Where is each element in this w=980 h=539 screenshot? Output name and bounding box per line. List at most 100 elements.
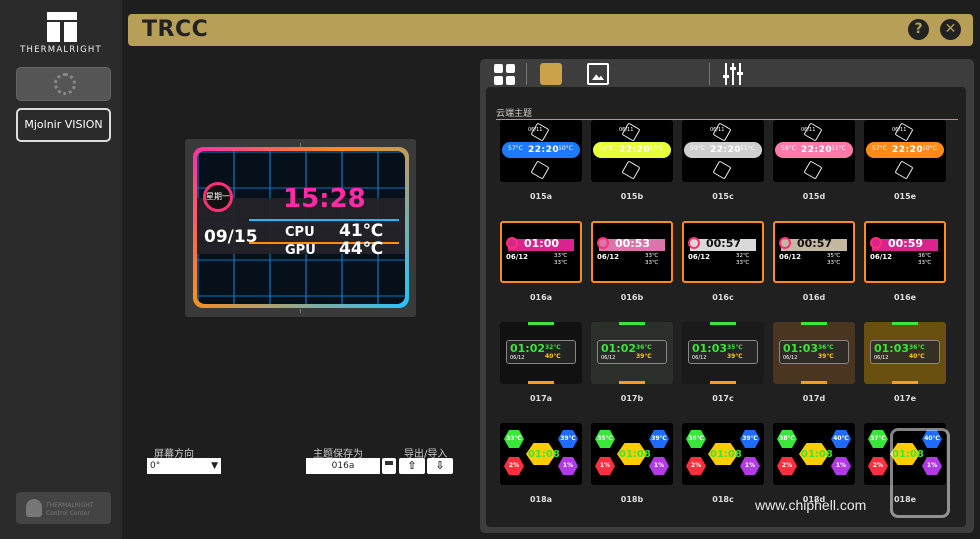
theme-tile-017d[interactable]: 01:03 06/12 36℃ 39℃ bbox=[773, 322, 855, 384]
footer-brand: THERMALRIGHT bbox=[46, 502, 94, 509]
theme-tile-017c[interactable]: 01:03 06/12 35℃ 39℃ bbox=[682, 322, 764, 384]
help-button[interactable]: ? bbox=[908, 19, 929, 40]
tile-cpu-load: 2% bbox=[508, 462, 520, 469]
tile-time: 01:03 bbox=[874, 342, 910, 355]
theme-tile-017a[interactable]: 01:02 06/12 32℃ 40℃ bbox=[500, 322, 582, 384]
device-scan-button[interactable] bbox=[16, 67, 111, 101]
theme-name-input[interactable]: 016a bbox=[306, 458, 380, 474]
device-button-mjolnir-vision[interactable]: Mjolnir VISION bbox=[16, 108, 111, 142]
loading-icon bbox=[54, 73, 76, 95]
theme-label: 017d bbox=[802, 394, 826, 403]
theme-label: 017e bbox=[893, 394, 917, 403]
tile-gpu: 39℃ bbox=[818, 353, 834, 360]
tile-date: 06/12 bbox=[688, 253, 711, 261]
theme-tile-016a[interactable]: 01:00 06/12 33℃ 33℃ bbox=[500, 221, 582, 283]
tile-gpu: 50°C bbox=[922, 145, 937, 152]
tile-date: 06/11 bbox=[801, 127, 816, 133]
tile-cpu: 32℃ bbox=[736, 253, 750, 259]
tile-gpu: 33℃ bbox=[736, 260, 750, 266]
tile-time: 00:57 bbox=[706, 237, 742, 250]
theme-tile-018b[interactable]: 01:08 35℃ 39℃ 1% 1% bbox=[591, 423, 673, 485]
tab-local-themes[interactable] bbox=[493, 63, 515, 85]
app-title: TRCC bbox=[142, 17, 209, 42]
tab-media-image-icon[interactable] bbox=[587, 63, 609, 85]
theme-tile-018c[interactable]: 01:08 36℃ 39℃ 2% 1% bbox=[682, 423, 764, 485]
tile-time: 22:20 bbox=[801, 145, 833, 155]
theme-tile-016b[interactable]: 00:53 06/12 33℃ 33℃ bbox=[591, 221, 673, 283]
orientation-select[interactable]: 0° ▼ bbox=[147, 458, 221, 474]
theme-label: 018c bbox=[712, 495, 734, 504]
preview-time: 15:28 bbox=[283, 184, 366, 214]
tile-time: 22:20 bbox=[619, 145, 651, 155]
cpu-temp: 41℃ bbox=[339, 221, 384, 241]
grid-icon bbox=[493, 63, 515, 86]
tile-date: 06/12 bbox=[779, 253, 802, 261]
theme-label: 015e bbox=[893, 192, 917, 201]
tile-time: 00:53 bbox=[615, 237, 651, 250]
tile-time: 01:00 bbox=[524, 237, 560, 250]
tile-cpu-load: 1% bbox=[599, 462, 611, 469]
theme-tile-015d[interactable]: 06/11 58°C 51°C 22:20 bbox=[773, 120, 855, 182]
tile-gpu: 39℃ bbox=[560, 435, 576, 442]
theme-label: 015b bbox=[620, 192, 644, 201]
theme-tile-015c[interactable]: 06/11 59°C 51°C 22:20 bbox=[682, 120, 764, 182]
tile-date: 06/12 bbox=[874, 355, 889, 361]
lcd-preview: 星期一 15:28 09/15 CPU 41℃ GPU 44℃ bbox=[185, 139, 416, 317]
thermalright-logo: THERMALRIGHT bbox=[9, 12, 113, 56]
theme-label: 017a bbox=[529, 394, 553, 403]
gpu-temp: 44℃ bbox=[339, 239, 384, 259]
tile-gpu: 50°C bbox=[558, 145, 573, 152]
tile-cpu: 35℃ bbox=[597, 435, 613, 442]
theme-tile-015b[interactable]: 06/11 58°C 50°C 22:20 bbox=[591, 120, 673, 182]
tile-gpu: 33℃ bbox=[918, 260, 932, 266]
theme-tile-015e[interactable]: 06/11 57°C 50°C 22:20 bbox=[864, 120, 946, 182]
tile-cpu: 57°C bbox=[872, 145, 887, 152]
tile-time: 22:20 bbox=[710, 145, 742, 155]
tile-cpu: 59°C bbox=[690, 145, 705, 152]
thermalright-logo-icon bbox=[47, 12, 77, 42]
weekday-badge: 星期一 bbox=[203, 182, 233, 212]
tile-gpu: 51°C bbox=[831, 145, 846, 152]
tile-date: 06/11 bbox=[892, 127, 907, 133]
theme-tile-017e[interactable]: 01:03 06/12 36℃ 40℃ bbox=[864, 322, 946, 384]
theme-label: 016a bbox=[529, 293, 553, 302]
tile-gpu: 50°C bbox=[649, 145, 664, 152]
save-icon[interactable] bbox=[382, 458, 396, 474]
theme-tile-017b[interactable]: 01:02 06/12 36℃ 39℃ bbox=[591, 322, 673, 384]
tab-cloud-themes[interactable] bbox=[540, 63, 562, 85]
tile-cpu-load: 2% bbox=[872, 462, 884, 469]
tile-time: 00:57 bbox=[797, 237, 833, 250]
orientation-value: 0° bbox=[150, 461, 161, 471]
theme-tile-015a[interactable]: 06/11 57°C 50°C 22:20 bbox=[500, 120, 582, 182]
theme-label: 017b bbox=[620, 394, 644, 403]
sliders-icon[interactable] bbox=[723, 63, 743, 85]
tile-time: 01:08 bbox=[619, 449, 651, 460]
tile-cpu: 36℃ bbox=[918, 253, 932, 259]
control-center-button[interactable]: THERMALRIGHT Control Center bbox=[16, 492, 111, 524]
sidebar: THERMALRIGHT Mjolnir VISION THERMALRIGHT… bbox=[0, 0, 122, 539]
lcd-screen: 星期一 15:28 09/15 CPU 41℃ GPU 44℃ bbox=[193, 147, 409, 308]
export-button[interactable]: ⇧ bbox=[399, 458, 425, 474]
tile-cpu: 36℃ bbox=[818, 344, 834, 351]
theme-tile-016e[interactable]: 00:59 06/12 36℃ 33℃ bbox=[864, 221, 946, 283]
tile-gpu: 40℃ bbox=[909, 353, 925, 360]
theme-tile-016d[interactable]: 00:57 06/12 35℃ 33℃ bbox=[773, 221, 855, 283]
import-button[interactable]: ⇩ bbox=[427, 458, 453, 474]
tile-date: 06/11 bbox=[619, 127, 634, 133]
footer-subtitle: Control Center bbox=[46, 510, 90, 517]
tile-time: 22:20 bbox=[892, 145, 924, 155]
title-bar: TRCC ? ✕ bbox=[128, 14, 973, 46]
tile-gpu-load: 1% bbox=[744, 462, 756, 469]
tile-date: 06/12 bbox=[597, 253, 620, 261]
theme-label: 018b bbox=[620, 495, 644, 504]
close-button[interactable]: ✕ bbox=[940, 19, 961, 40]
theme-label: 016c bbox=[712, 293, 734, 302]
tile-date: 06/12 bbox=[870, 253, 893, 261]
theme-tile-016c[interactable]: 00:57 06/12 32℃ 33℃ bbox=[682, 221, 764, 283]
tile-time: 01:02 bbox=[510, 342, 546, 355]
tile-time: 01:03 bbox=[783, 342, 819, 355]
preview-date: 09/15 bbox=[204, 227, 258, 247]
chevron-down-icon: ▼ bbox=[211, 461, 218, 471]
theme-tile-018d[interactable]: 01:08 38℃ 40℃ 2% 1% bbox=[773, 423, 855, 485]
theme-tile-018a[interactable]: 01:08 33℃ 39℃ 2% 1% bbox=[500, 423, 582, 485]
